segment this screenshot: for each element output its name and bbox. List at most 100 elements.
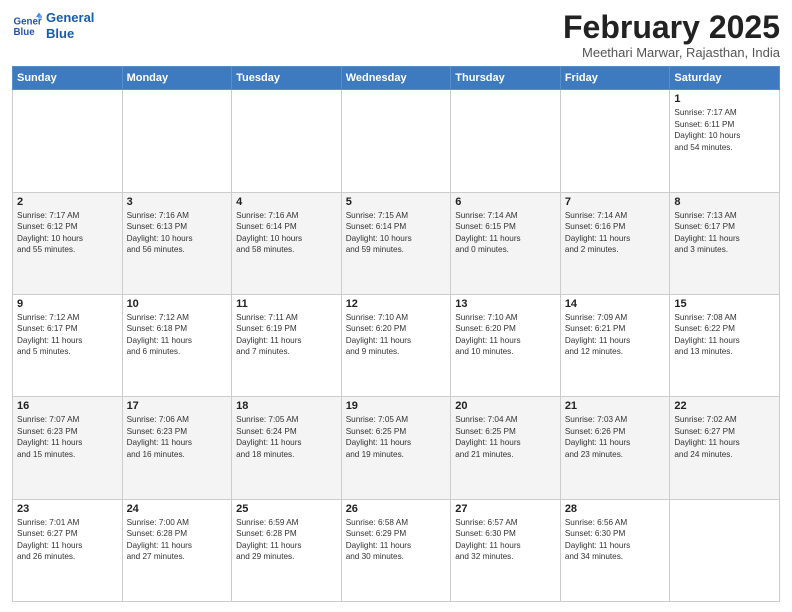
day-number: 21 [565,400,666,412]
calendar-cell: 21 Sunrise: 7:03 AM Sunset: 6:26 PM Dayli… [560,397,670,499]
day-number: 8 [674,196,775,208]
day-number: 22 [674,400,775,412]
day-number: 1 [674,93,775,105]
calendar-cell: 2 Sunrise: 7:17 AM Sunset: 6:12 PM Daylig… [13,192,123,294]
calendar-cell: 22 Sunrise: 7:02 AM Sunset: 6:27 PM Dayli… [670,397,780,499]
logo-icon: General Blue [12,11,42,41]
calendar-cell: 5 Sunrise: 7:15 AM Sunset: 6:14 PM Daylig… [341,192,451,294]
day-number: 14 [565,298,666,310]
calendar-cell: 18 Sunrise: 7:05 AM Sunset: 6:24 PM Dayli… [232,397,342,499]
svg-text:Blue: Blue [14,27,36,38]
day-number: 7 [565,196,666,208]
day-info: Sunrise: 7:16 AM Sunset: 6:14 PM Dayligh… [236,210,337,256]
week-row-3: 9Sunrise: 7:12 AM Sunset: 6:17 PM Daylig… [13,294,780,396]
calendar-table: SundayMondayTuesdayWednesdayThursdayFrid… [12,66,780,602]
day-info: Sunrise: 7:14 AM Sunset: 6:16 PM Dayligh… [565,210,666,256]
day-number: 13 [455,298,556,310]
calendar-cell: 17 Sunrise: 7:06 AM Sunset: 6:23 PM Dayli… [122,397,232,499]
day-info: Sunrise: 7:12 AM Sunset: 6:17 PM Dayligh… [17,312,118,358]
calendar-cell: 23 Sunrise: 7:01 AM Sunset: 6:27 PM Dayli… [13,499,123,601]
calendar-title: February 2025 [563,10,780,45]
calendar-cell [560,90,670,192]
day-info: Sunrise: 7:05 AM Sunset: 6:25 PM Dayligh… [346,414,447,460]
day-info: Sunrise: 7:09 AM Sunset: 6:21 PM Dayligh… [565,312,666,358]
day-info: Sunrise: 7:16 AM Sunset: 6:13 PM Dayligh… [127,210,228,256]
day-number: 10 [127,298,228,310]
day-info: Sunrise: 7:05 AM Sunset: 6:24 PM Dayligh… [236,414,337,460]
weekday-header-friday: Friday [560,67,670,90]
weekday-header-tuesday: Tuesday [232,67,342,90]
day-number: 11 [236,298,337,310]
day-number: 4 [236,196,337,208]
calendar-cell: 13 Sunrise: 7:10 AM Sunset: 6:20 PM Dayli… [451,294,561,396]
day-info: Sunrise: 7:03 AM Sunset: 6:26 PM Dayligh… [565,414,666,460]
calendar-cell: 27Sunrise: 6:57 AM Sunset: 6:30 PM Dayli… [451,499,561,601]
logo-text-line2: Blue [46,26,94,42]
calendar-cell [451,90,561,192]
day-number: 12 [346,298,447,310]
calendar-cell: 11 Sunrise: 7:11 AM Sunset: 6:19 PM Dayli… [232,294,342,396]
calendar-cell: 20 Sunrise: 7:04 AM Sunset: 6:25 PM Dayli… [451,397,561,499]
calendar-cell: 19Sunrise: 7:05 AM Sunset: 6:25 PM Dayli… [341,397,451,499]
svg-text:General: General [14,16,43,27]
day-info: Sunrise: 6:56 AM Sunset: 6:30 PM Dayligh… [565,517,666,563]
calendar-subtitle: Meethari Marwar, Rajasthan, India [563,45,780,60]
logo: General Blue General Blue [12,10,94,41]
day-number: 28 [565,503,666,515]
day-number: 26 [346,503,447,515]
day-info: Sunrise: 7:02 AM Sunset: 6:27 PM Dayligh… [674,414,775,460]
day-info: Sunrise: 7:17 AM Sunset: 6:11 PM Dayligh… [674,107,775,153]
calendar-cell [341,90,451,192]
week-row-4: 16Sunrise: 7:07 AM Sunset: 6:23 PM Dayli… [13,397,780,499]
day-info: Sunrise: 7:13 AM Sunset: 6:17 PM Dayligh… [674,210,775,256]
logo-text-line1: General [46,10,94,26]
calendar-cell: 9Sunrise: 7:12 AM Sunset: 6:17 PM Daylig… [13,294,123,396]
day-info: Sunrise: 6:59 AM Sunset: 6:28 PM Dayligh… [236,517,337,563]
day-info: Sunrise: 7:14 AM Sunset: 6:15 PM Dayligh… [455,210,556,256]
day-info: Sunrise: 7:17 AM Sunset: 6:12 PM Dayligh… [17,210,118,256]
week-row-5: 23 Sunrise: 7:01 AM Sunset: 6:27 PM Dayli… [13,499,780,601]
day-number: 17 [127,400,228,412]
week-row-1: 1 Sunrise: 7:17 AM Sunset: 6:11 PM Daylig… [13,90,780,192]
calendar-cell: 1 Sunrise: 7:17 AM Sunset: 6:11 PM Daylig… [670,90,780,192]
day-info: Sunrise: 7:06 AM Sunset: 6:23 PM Dayligh… [127,414,228,460]
day-info: Sunrise: 7:00 AM Sunset: 6:28 PM Dayligh… [127,517,228,563]
day-number: 16 [17,400,118,412]
day-number: 2 [17,196,118,208]
day-number: 5 [346,196,447,208]
week-row-2: 2 Sunrise: 7:17 AM Sunset: 6:12 PM Daylig… [13,192,780,294]
weekday-header-saturday: Saturday [670,67,780,90]
weekday-header-sunday: Sunday [13,67,123,90]
calendar-cell: 10 Sunrise: 7:12 AM Sunset: 6:18 PM Dayli… [122,294,232,396]
day-info: Sunrise: 7:08 AM Sunset: 6:22 PM Dayligh… [674,312,775,358]
calendar-cell: 24 Sunrise: 7:00 AM Sunset: 6:28 PM Dayli… [122,499,232,601]
header: General Blue General Blue February 2025 … [12,10,780,60]
day-info: Sunrise: 7:12 AM Sunset: 6:18 PM Dayligh… [127,312,228,358]
weekday-header-row: SundayMondayTuesdayWednesdayThursdayFrid… [13,67,780,90]
weekday-header-thursday: Thursday [451,67,561,90]
calendar-cell: 4 Sunrise: 7:16 AM Sunset: 6:14 PM Daylig… [232,192,342,294]
day-info: Sunrise: 7:01 AM Sunset: 6:27 PM Dayligh… [17,517,118,563]
day-number: 3 [127,196,228,208]
day-number: 23 [17,503,118,515]
calendar-cell: 6 Sunrise: 7:14 AM Sunset: 6:15 PM Daylig… [451,192,561,294]
day-number: 27 [455,503,556,515]
calendar-cell [670,499,780,601]
day-info: Sunrise: 7:15 AM Sunset: 6:14 PM Dayligh… [346,210,447,256]
day-info: Sunrise: 7:10 AM Sunset: 6:20 PM Dayligh… [455,312,556,358]
day-info: Sunrise: 7:10 AM Sunset: 6:20 PM Dayligh… [346,312,447,358]
calendar-cell [13,90,123,192]
calendar-cell: 15 Sunrise: 7:08 AM Sunset: 6:22 PM Dayli… [670,294,780,396]
day-number: 15 [674,298,775,310]
weekday-header-monday: Monday [122,67,232,90]
page: General Blue General Blue February 2025 … [0,0,792,612]
calendar-cell: 8 Sunrise: 7:13 AM Sunset: 6:17 PM Daylig… [670,192,780,294]
calendar-cell: 16Sunrise: 7:07 AM Sunset: 6:23 PM Dayli… [13,397,123,499]
day-info: Sunrise: 7:04 AM Sunset: 6:25 PM Dayligh… [455,414,556,460]
day-number: 6 [455,196,556,208]
day-info: Sunrise: 7:11 AM Sunset: 6:19 PM Dayligh… [236,312,337,358]
day-number: 18 [236,400,337,412]
day-number: 24 [127,503,228,515]
day-number: 20 [455,400,556,412]
calendar-cell: 3 Sunrise: 7:16 AM Sunset: 6:13 PM Daylig… [122,192,232,294]
